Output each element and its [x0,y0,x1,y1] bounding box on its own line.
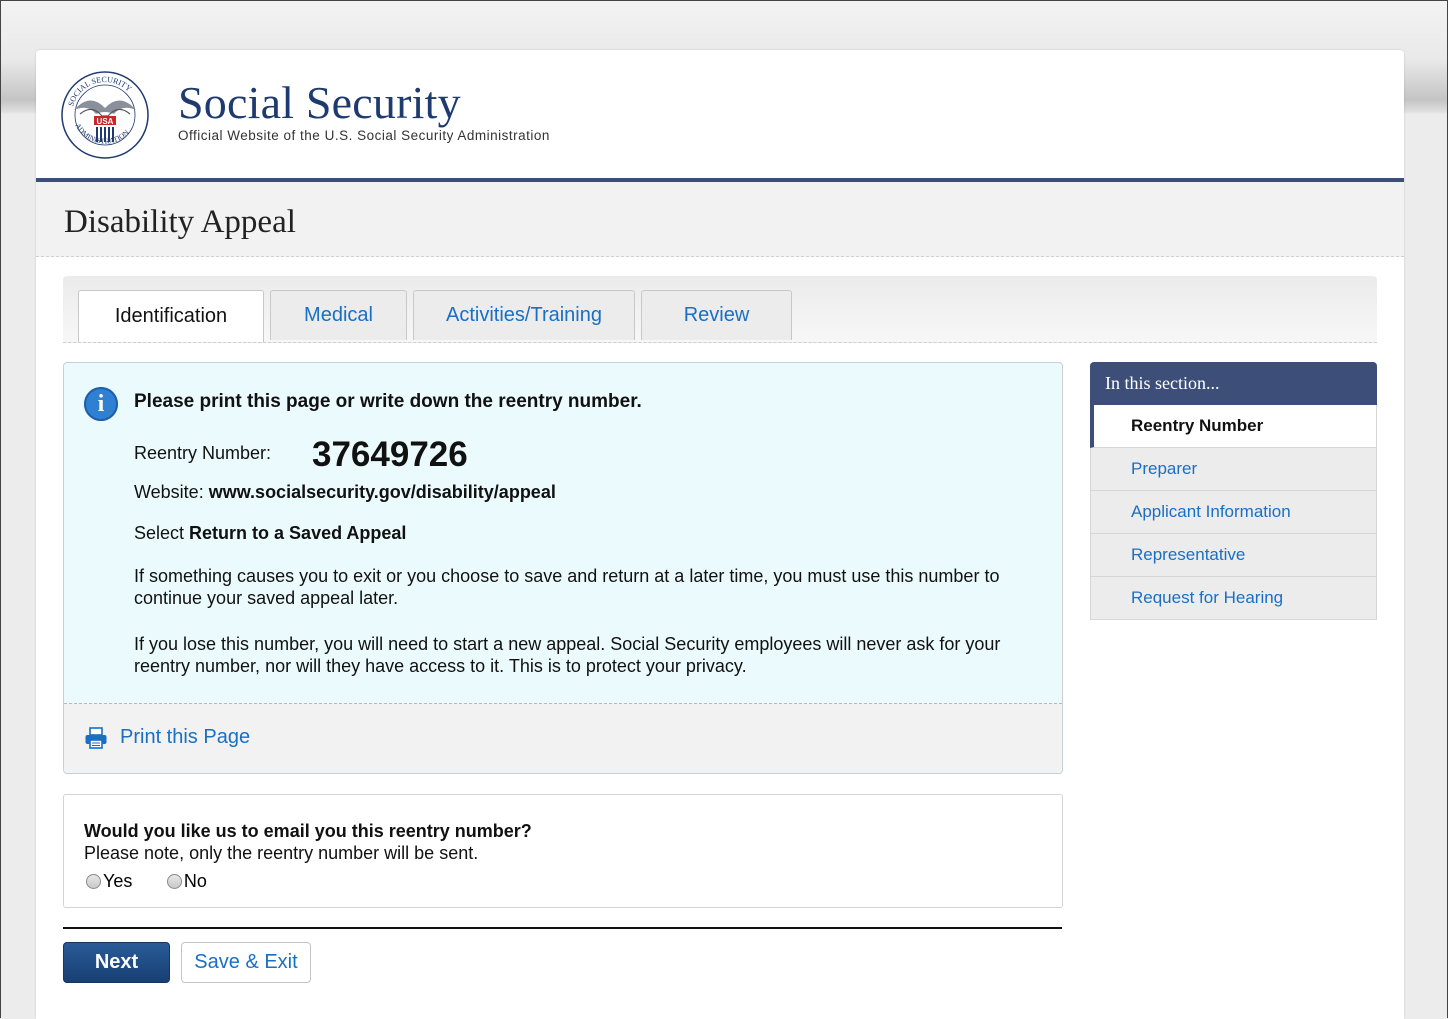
reentry-notice: i Please print this page or write down t… [63,362,1063,774]
radio-button-yes[interactable] [86,874,101,889]
notice-heading: Please print this page or write down the… [134,391,642,412]
reentry-number-value: 37649726 [312,435,468,474]
section-nav-item-preparer[interactable]: Preparer [1090,448,1377,491]
email-radio-no[interactable]: No [166,871,207,892]
actions-divider [63,927,1062,929]
website-label: Website: [134,482,204,502]
notice-paragraph-1: If something causes you to exit or you c… [134,566,1000,608]
save-exit-button[interactable]: Save & Exit [181,942,311,983]
ssa-seal-logo[interactable]: USA SOCIAL SECURITY ADMINISTRATION [60,70,150,160]
printer-icon [85,726,107,749]
email-radio-group: Yes No [86,871,237,894]
print-page-link[interactable]: Print this Page [84,726,250,749]
radio-label-yes[interactable]: Yes [103,871,132,892]
select-prefix: Select [134,523,185,543]
next-button[interactable]: Next [63,942,170,983]
page-container: USA SOCIAL SECURITY ADMINISTRATION Socia… [36,50,1404,1019]
section-nav-heading: In this section... [1090,362,1377,405]
tab-bar: Identification Medical Activities/Traini… [63,276,1377,343]
email-reentry-section: Would you like us to email you this reen… [63,794,1063,908]
page-title: Disability Appeal [64,204,296,240]
section-nav-item-applicant-information[interactable]: Applicant Information [1090,491,1377,534]
brand-subtitle: Official Website of the U.S. Social Secu… [178,128,550,143]
site-header: USA SOCIAL SECURITY ADMINISTRATION Socia… [36,50,1404,178]
website-url: www.socialsecurity.gov/disability/appeal [208,482,556,502]
tab-activities-training[interactable]: Activities/Training [413,290,635,340]
notice-footer: Print this Page [64,703,1062,773]
tab-identification[interactable]: Identification [78,290,264,342]
reentry-number-label: Reentry Number: [134,443,272,463]
select-instruction: Select Return to a Saved Appeal [134,523,406,544]
section-nav: In this section... Reentry Number Prepar… [1090,362,1377,620]
email-question: Would you like us to email you this reen… [84,821,532,841]
notice-paragraph-2: If you lose this number, you will need t… [134,634,1001,676]
select-target: Return to a Saved Appeal [189,523,407,543]
email-radio-yes[interactable]: Yes [86,871,132,892]
tab-review[interactable]: Review [641,290,792,340]
info-icon: i [84,387,118,421]
email-note: Please note, only the reentry number wil… [84,843,479,863]
section-nav-item-representative[interactable]: Representative [1090,534,1377,577]
radio-button-no[interactable] [166,874,182,889]
section-nav-item-request-for-hearing[interactable]: Request for Hearing [1090,577,1377,620]
title-bar: Disability Appeal [36,182,1404,257]
tab-medical[interactable]: Medical [270,290,407,340]
print-page-label[interactable]: Print this Page [120,726,250,749]
section-nav-item-reentry-number[interactable]: Reentry Number [1090,405,1377,448]
brand-title[interactable]: Social Security [178,76,461,129]
website-line: Website: www.socialsecurity.gov/disabili… [134,482,556,503]
radio-label-no[interactable]: No [184,871,207,892]
svg-text:USA: USA [97,117,114,126]
